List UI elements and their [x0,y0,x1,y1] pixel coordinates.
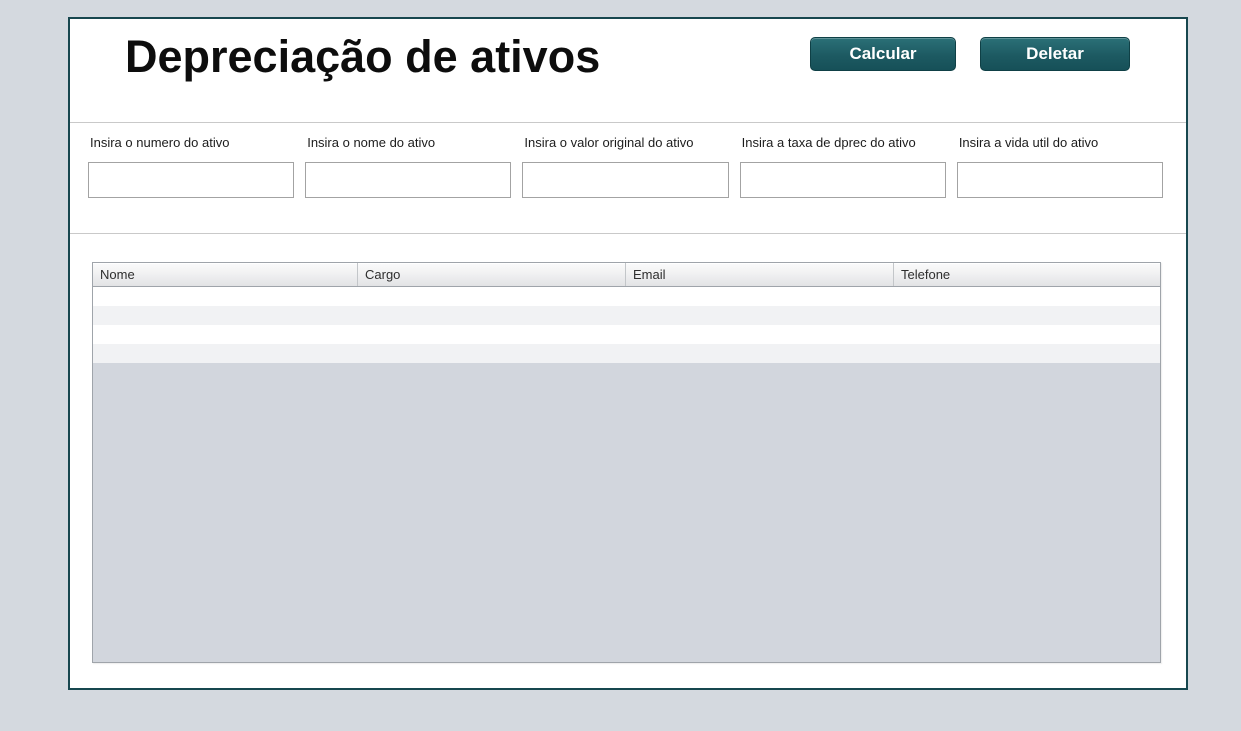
column-header-telefone[interactable]: Telefone [894,263,1160,286]
table-body [93,287,1160,363]
table-row[interactable] [93,325,1160,344]
vida-util-input[interactable] [957,162,1163,198]
field-taxa-dprec: Insira a taxa de dprec do ativo [740,135,946,198]
numero-ativo-input[interactable] [88,162,294,198]
assets-table[interactable]: Nome Cargo Email Telefone [92,262,1161,663]
page-title: Depreciação de ativos [125,31,600,83]
table-header-row: Nome Cargo Email Telefone [93,263,1160,287]
column-header-email[interactable]: Email [626,263,894,286]
deletar-button[interactable]: Deletar [980,37,1130,71]
taxa-dprec-label: Insira a taxa de dprec do ativo [742,135,946,150]
column-header-nome[interactable]: Nome [93,263,358,286]
column-header-cargo[interactable]: Cargo [358,263,626,286]
valor-original-input[interactable] [522,162,728,198]
taxa-dprec-input[interactable] [740,162,946,198]
nome-ativo-label: Insira o nome do ativo [307,135,511,150]
field-numero-ativo: Insira o numero do ativo [88,135,294,198]
table-empty-area [93,363,1160,662]
calcular-button[interactable]: Calcular [810,37,956,71]
input-fields-section: Insira o numero do ativo Insira o nome d… [88,135,1163,198]
field-vida-util: Insira a vida util do ativo [957,135,1163,198]
valor-original-label: Insira o valor original do ativo [524,135,728,150]
vida-util-label: Insira a vida util do ativo [959,135,1163,150]
header-divider [70,122,1186,123]
field-nome-ativo: Insira o nome do ativo [305,135,511,198]
field-valor-original: Insira o valor original do ativo [522,135,728,198]
app-window: Depreciação de ativos Calcular Deletar I… [68,17,1188,690]
nome-ativo-input[interactable] [305,162,511,198]
section-divider [70,233,1186,234]
table-row[interactable] [93,287,1160,306]
numero-ativo-label: Insira o numero do ativo [90,135,294,150]
table-row[interactable] [93,344,1160,363]
app-background: { "header": { "title": "Depreciação de a… [0,0,1241,731]
table-row[interactable] [93,306,1160,325]
